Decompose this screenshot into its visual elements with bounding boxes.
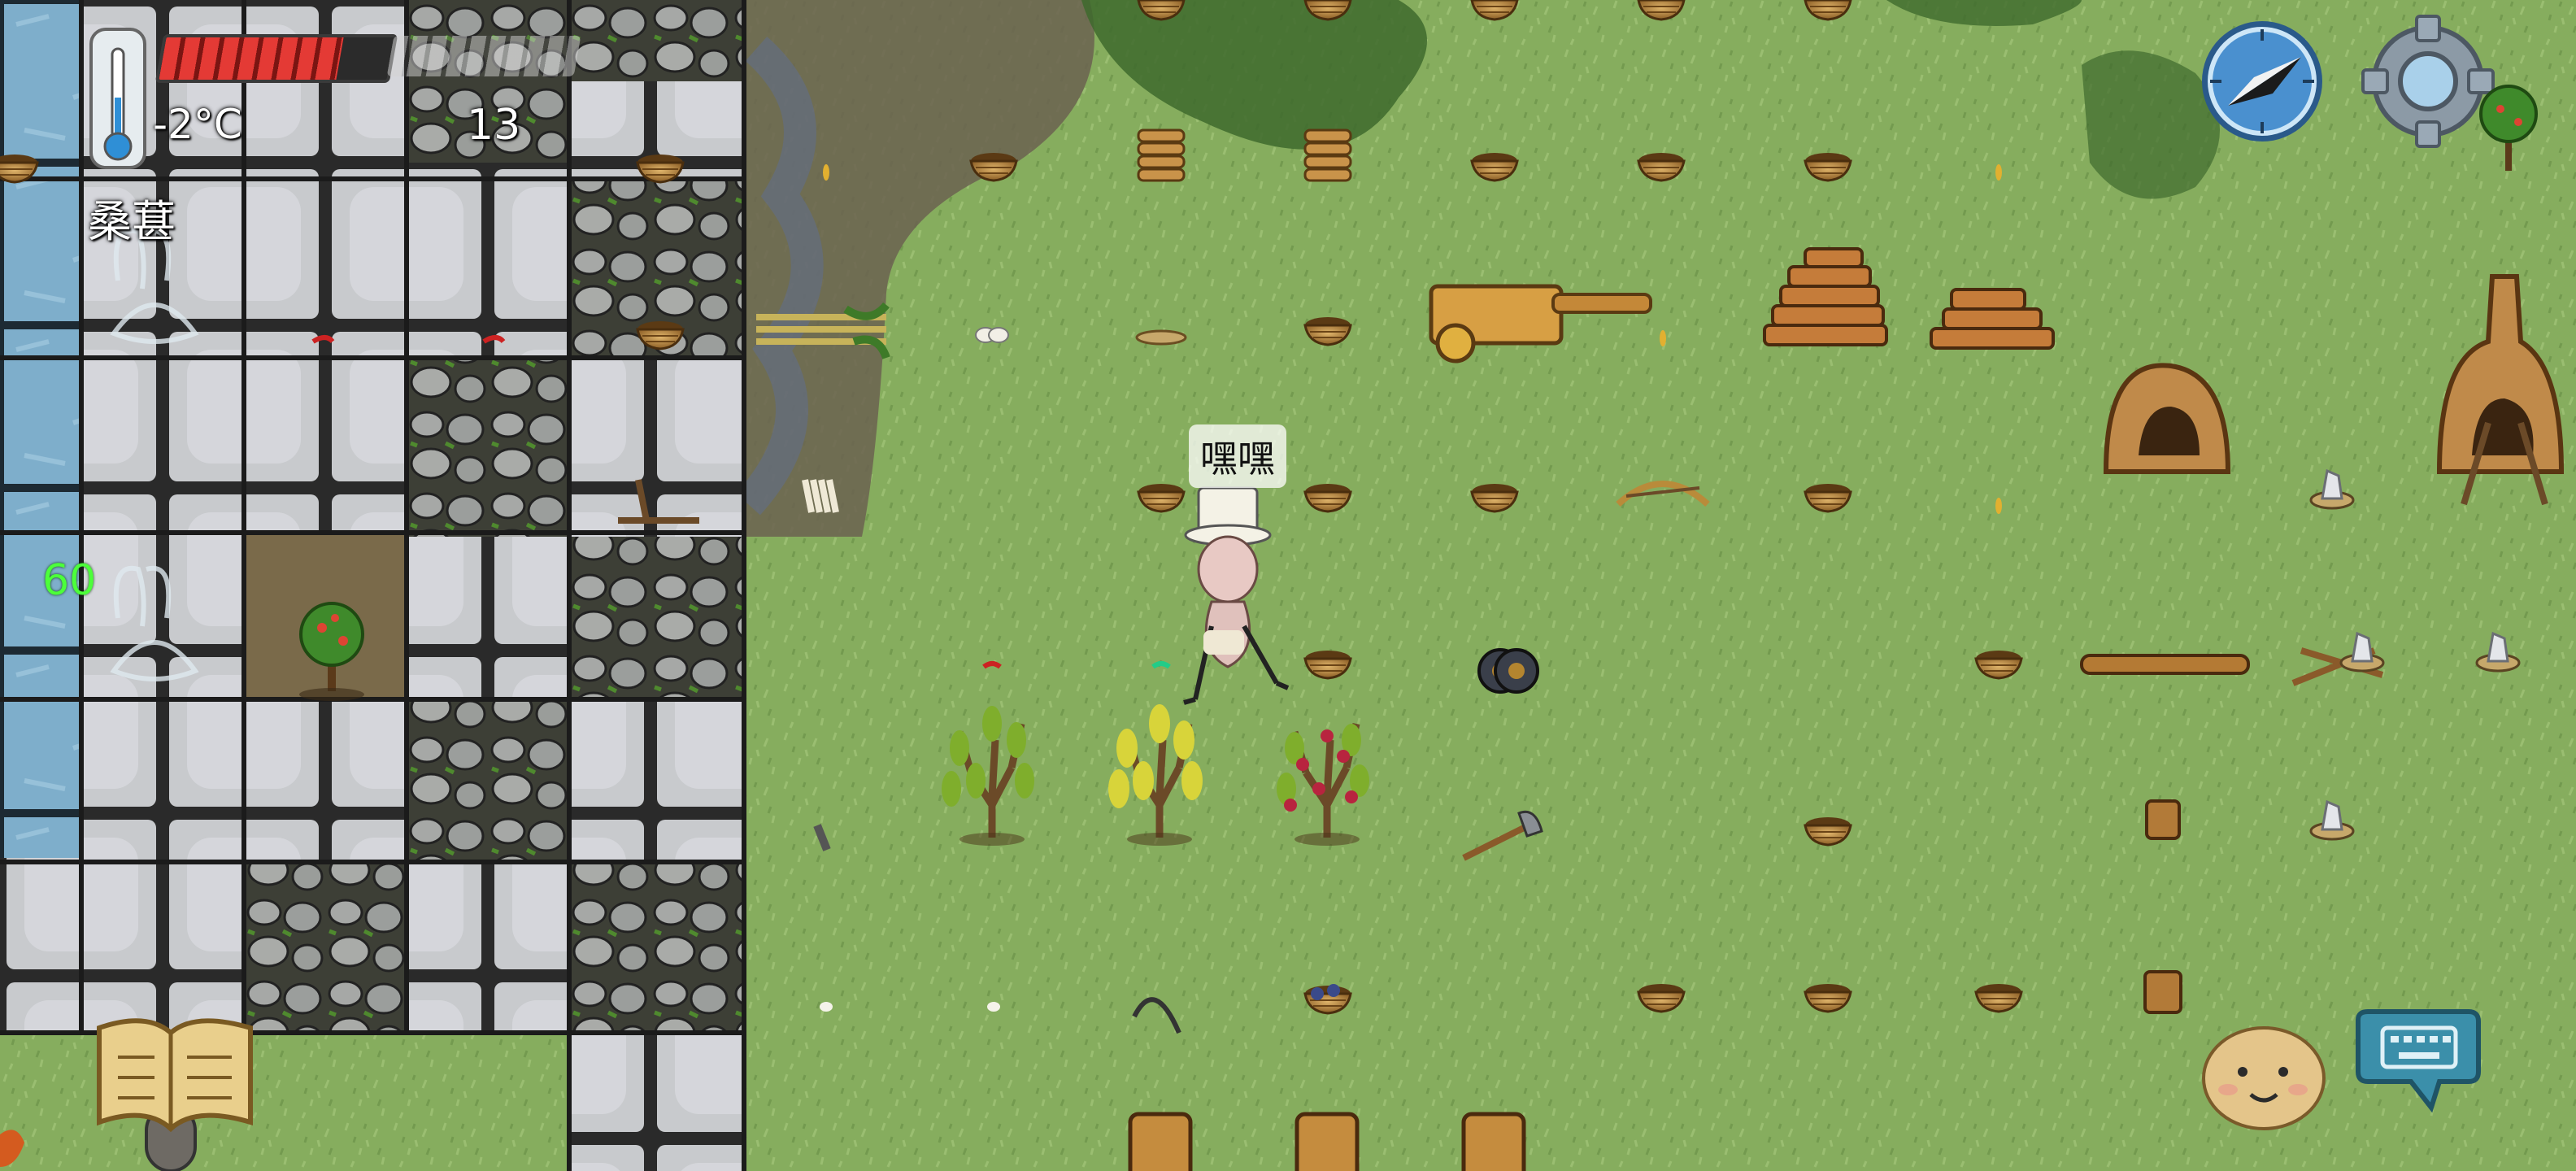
hunger-bar-empty-segments	[386, 36, 581, 76]
compass-icon[interactable]	[2202, 21, 2322, 141]
age-indicator: 60	[42, 556, 97, 605]
food-count: 13	[467, 101, 521, 150]
hunger-bar	[154, 34, 398, 83]
player-speech-bubble: 嘿嘿	[1189, 424, 1286, 488]
temperature-readout: -2°C	[153, 101, 242, 148]
hunger-bar-fill	[159, 37, 344, 80]
hovered-object-name: 桑葚	[88, 196, 176, 247]
emote-face-icon[interactable]	[2202, 1026, 2326, 1130]
thermometer-icon	[89, 28, 146, 169]
recipe-book-icon[interactable]	[97, 1018, 253, 1133]
game-world[interactable]	[0, 0, 2576, 1171]
